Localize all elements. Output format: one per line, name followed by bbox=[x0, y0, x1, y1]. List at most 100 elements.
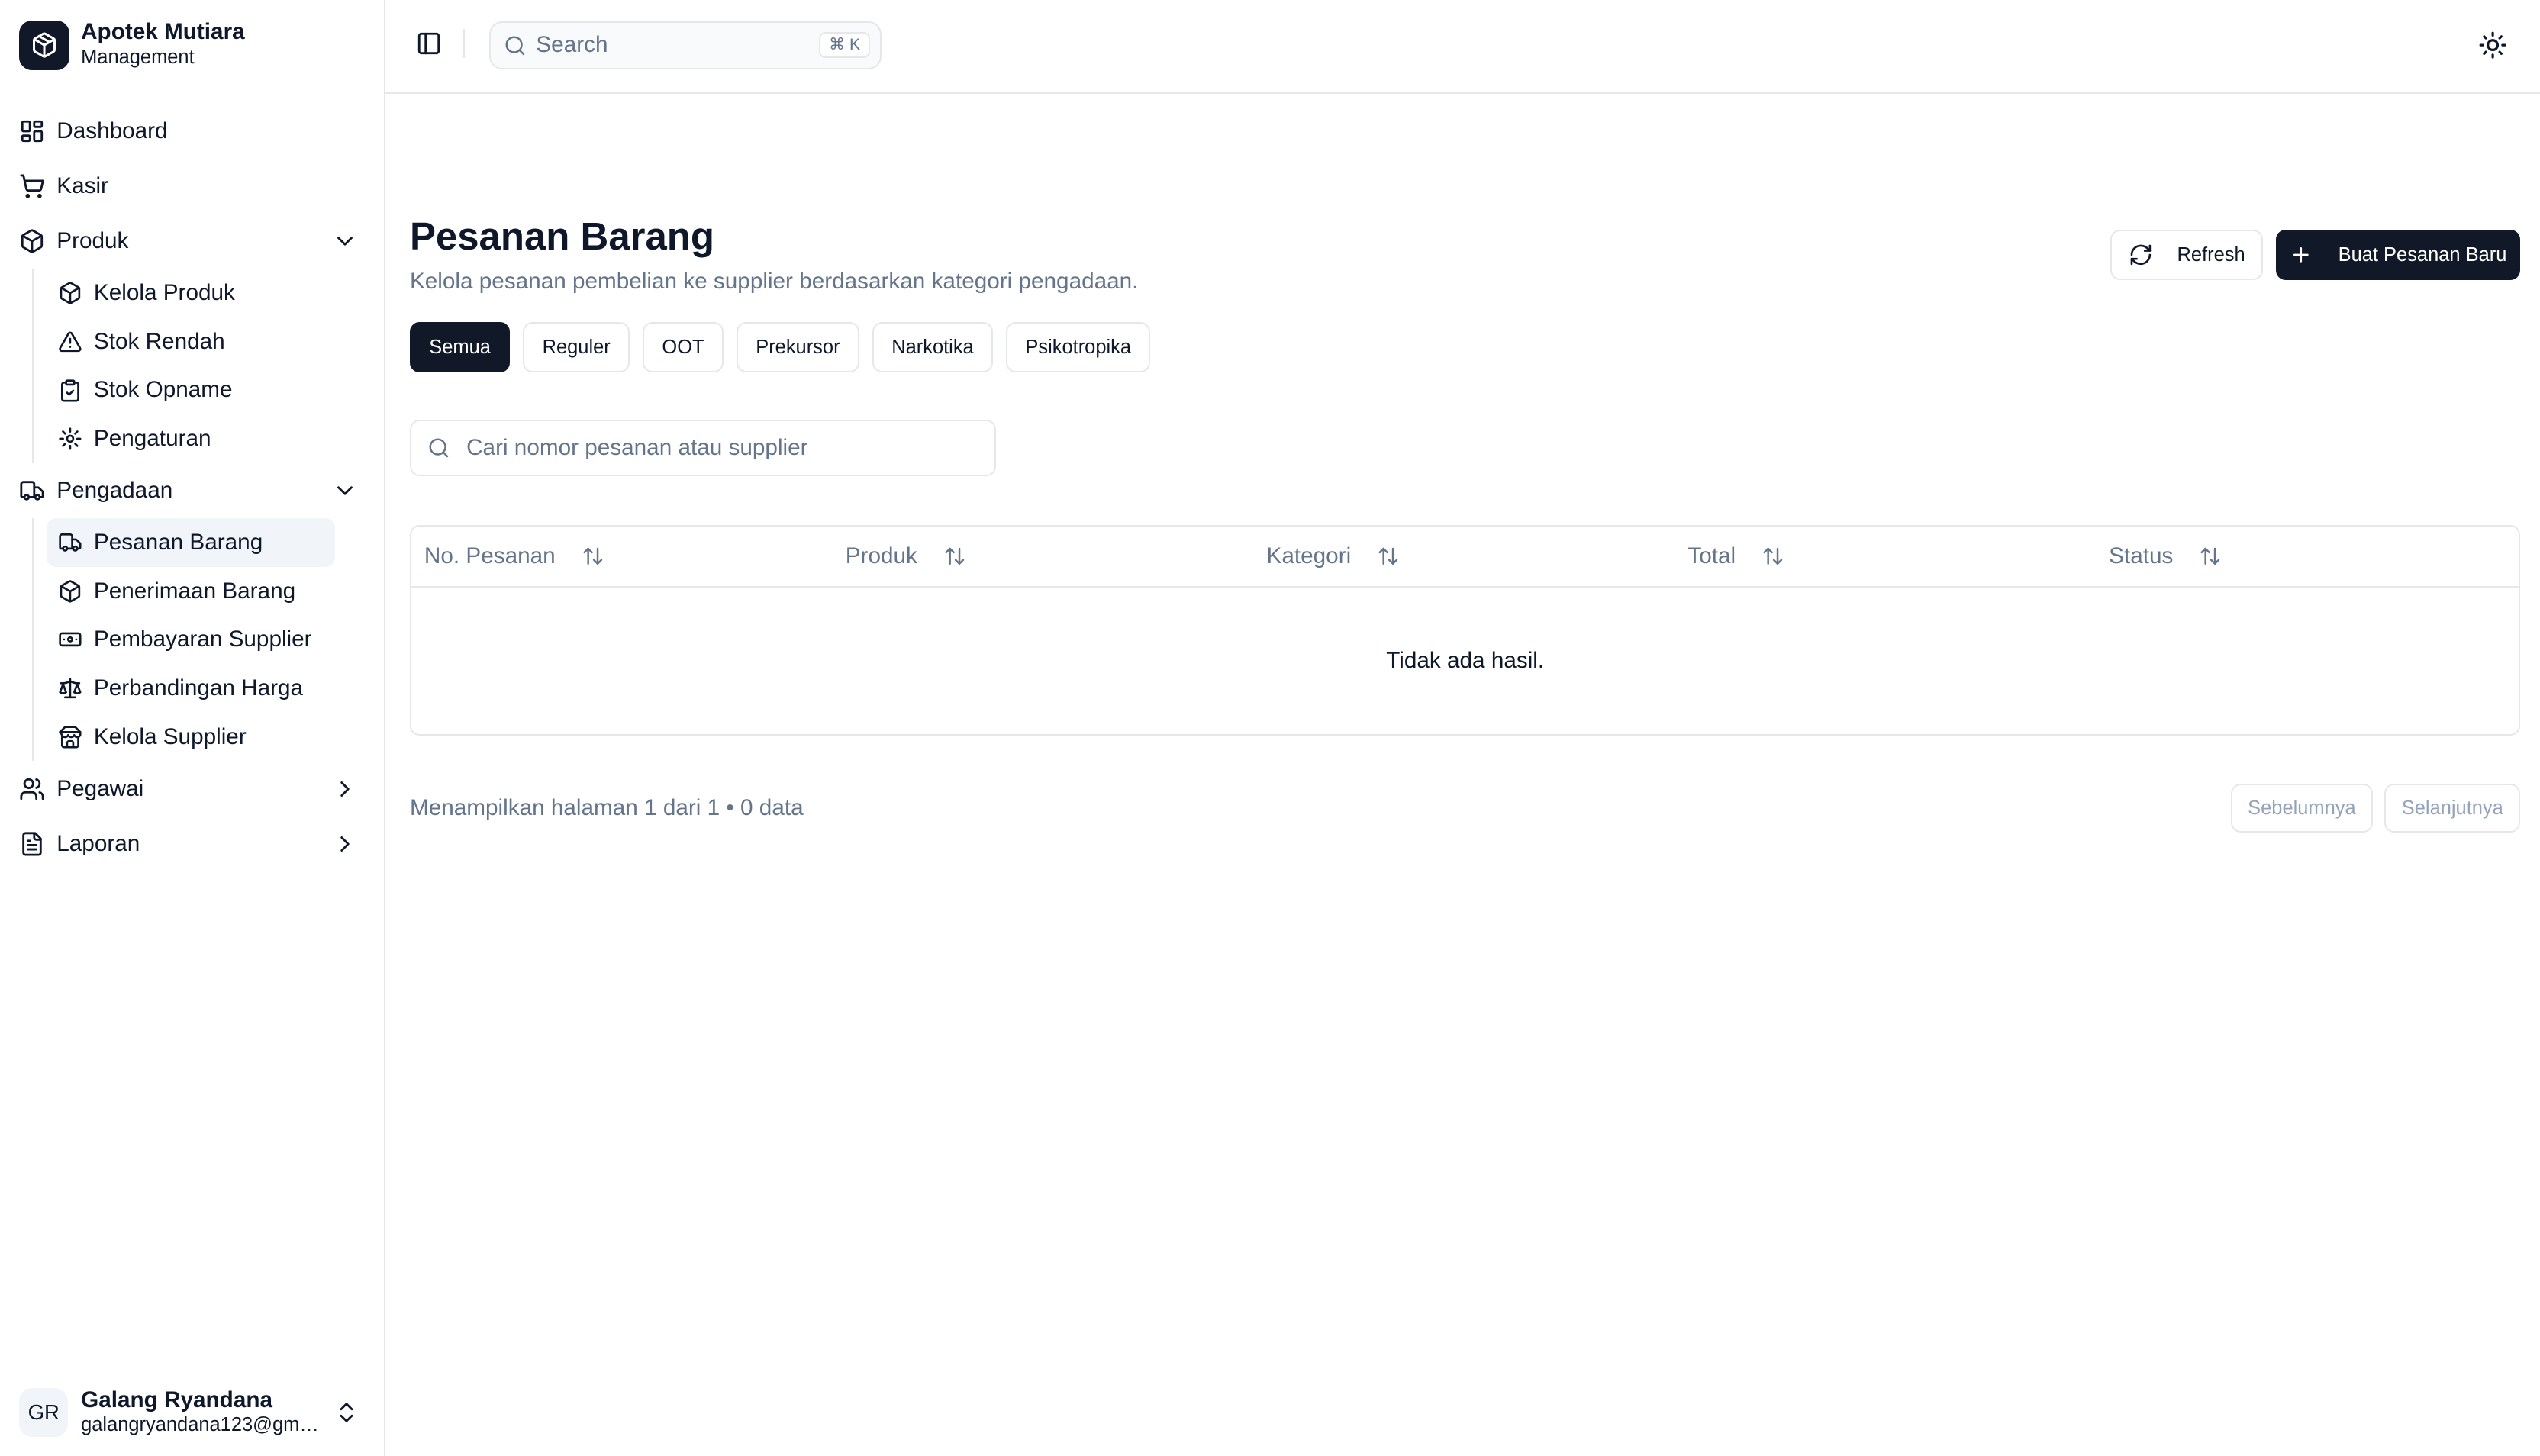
sidebar: Apotek Mutiara Management Dashboard Kasi… bbox=[0, 0, 386, 1456]
sidebar-item-label: Kelola Supplier bbox=[93, 723, 247, 749]
sidebar-item-label: Dashboard bbox=[56, 118, 168, 143]
sort-icon bbox=[1378, 547, 1398, 565]
package-icon bbox=[21, 229, 44, 253]
pagination-info: Menampilkan halaman 1 dari 1 • 0 data bbox=[409, 795, 804, 821]
chevrons-up-down-icon bbox=[340, 1402, 353, 1422]
sidebar-item-label: Pegawai bbox=[56, 775, 144, 801]
sidebar-item-label: Pesanan Barang bbox=[93, 529, 263, 555]
users-icon bbox=[20, 778, 45, 800]
sidebar-group-pegawai[interactable]: Pegawai bbox=[0, 761, 384, 816]
plus-icon bbox=[2293, 247, 2309, 263]
column-header-no-pesanan[interactable]: No. Pesanan bbox=[411, 543, 833, 569]
brand-title: Apotek Mutiara bbox=[81, 19, 245, 45]
tab-psikotropika[interactable]: Psikotropika bbox=[1006, 322, 1151, 373]
previous-page-button[interactable]: Sebelumnya bbox=[2230, 784, 2374, 833]
column-label: Total bbox=[1687, 543, 1736, 569]
sort-icon bbox=[945, 547, 965, 565]
alert-triangle-icon bbox=[59, 331, 82, 353]
sidebar-item-pengaturan[interactable]: Pengaturan bbox=[47, 414, 335, 463]
column-header-total[interactable]: Total bbox=[1675, 543, 2096, 569]
column-header-status[interactable]: Status bbox=[2096, 543, 2517, 569]
sidebar-item-perbandingan-harga[interactable]: Perbandingan Harga bbox=[47, 664, 335, 713]
sidebar-item-label: Produk bbox=[56, 228, 129, 254]
file-text-icon bbox=[22, 832, 43, 856]
sidebar-group-pengadaan[interactable]: Pengadaan bbox=[0, 463, 384, 518]
sidebar-item-label: Pembayaran Supplier bbox=[93, 627, 312, 652]
user-menu[interactable]: GR Galang Ryandana galangryandana123@gma… bbox=[0, 1378, 385, 1446]
sort-icon bbox=[2200, 547, 2220, 565]
sidebar-toggle-button[interactable] bbox=[411, 26, 447, 62]
new-order-label: Buat Pesanan Baru bbox=[2338, 243, 2507, 266]
chevron-right-icon bbox=[340, 836, 350, 852]
tab-prekursor[interactable]: Prekursor bbox=[736, 322, 859, 373]
truck-icon bbox=[59, 533, 82, 552]
column-label: Status bbox=[2109, 543, 2174, 569]
column-label: Kategori bbox=[1266, 543, 1352, 569]
cart-icon bbox=[20, 174, 45, 198]
sidebar-item-dashboard[interactable]: Dashboard bbox=[0, 104, 384, 159]
brand-subtitle: Management bbox=[81, 47, 195, 69]
next-page-button[interactable]: Selanjutnya bbox=[2384, 784, 2521, 833]
sidebar-submenu-produk: Kelola Produk Stok Rendah Stok Opname Pe… bbox=[32, 269, 384, 463]
brand[interactable]: Apotek Mutiara Management bbox=[0, 0, 384, 91]
table-empty-state: Tidak ada hasil. bbox=[1386, 647, 1545, 673]
sun-icon bbox=[2479, 31, 2506, 59]
panel-left-icon bbox=[418, 33, 440, 55]
new-order-button[interactable]: Buat Pesanan Baru bbox=[2275, 230, 2521, 281]
tab-oot[interactable]: OOT bbox=[643, 322, 724, 373]
sidebar-nav: Dashboard Kasir Produk Kelola Produk Sto… bbox=[0, 91, 384, 871]
avatar: GR bbox=[19, 1387, 69, 1437]
search-icon bbox=[505, 36, 525, 55]
sidebar-item-penerimaan-barang[interactable]: Penerimaan Barang bbox=[47, 567, 335, 616]
column-label: Produk bbox=[845, 543, 917, 569]
sort-icon bbox=[1763, 547, 1783, 565]
chevron-down-icon bbox=[337, 237, 353, 246]
clipboard-check-icon bbox=[61, 378, 80, 402]
brand-logo-icon bbox=[19, 20, 70, 71]
refresh-icon bbox=[2130, 244, 2152, 266]
order-search-input[interactable]: Cari nomor pesanan atau supplier bbox=[409, 419, 997, 476]
search-input[interactable]: Search ⌘ K bbox=[488, 21, 882, 70]
sidebar-item-kelola-supplier[interactable]: Kelola Supplier bbox=[47, 713, 335, 762]
sidebar-submenu-pengadaan: Pesanan Barang Penerimaan Barang Pembaya… bbox=[32, 518, 384, 762]
truck-icon bbox=[20, 481, 45, 501]
tab-reguler[interactable]: Reguler bbox=[523, 322, 630, 373]
sidebar-group-produk[interactable]: Produk bbox=[0, 214, 384, 269]
sidebar-item-pesanan-barang[interactable]: Pesanan Barang bbox=[47, 518, 336, 567]
sidebar-item-label: Penerimaan Barang bbox=[93, 578, 296, 604]
sidebar-item-label: Pengaturan bbox=[93, 426, 211, 452]
package-icon bbox=[60, 282, 81, 304]
store-icon bbox=[59, 726, 82, 749]
topbar: Search ⌘ K bbox=[385, 0, 2540, 95]
page-title: Pesanan Barang bbox=[409, 214, 714, 259]
search-icon bbox=[429, 438, 449, 458]
sidebar-item-stok-opname[interactable]: Stok Opname bbox=[47, 366, 335, 415]
sidebar-item-stok-rendah[interactable]: Stok Rendah bbox=[47, 317, 335, 366]
sidebar-item-kasir[interactable]: Kasir bbox=[0, 159, 384, 214]
sidebar-item-pembayaran-supplier[interactable]: Pembayaran Supplier bbox=[47, 615, 335, 664]
search-placeholder: Search bbox=[536, 32, 608, 58]
user-name: Galang Ryandana bbox=[81, 1387, 273, 1413]
orders-table: No. Pesanan Produk Kategori Total Status… bbox=[409, 524, 2521, 736]
divider bbox=[463, 29, 466, 59]
scale-icon bbox=[59, 678, 82, 699]
column-header-produk[interactable]: Produk bbox=[833, 543, 1254, 569]
gear-icon bbox=[59, 427, 82, 450]
sidebar-item-label: Stok Opname bbox=[93, 377, 233, 403]
column-header-kategori[interactable]: Kategori bbox=[1254, 543, 1675, 569]
sidebar-group-laporan[interactable]: Laporan bbox=[0, 817, 384, 871]
chevron-right-icon bbox=[340, 781, 350, 797]
sidebar-item-kelola-produk[interactable]: Kelola Produk bbox=[47, 269, 335, 317]
search-shortcut: ⌘ K bbox=[819, 32, 870, 59]
table-header: No. Pesanan Produk Kategori Total Status bbox=[411, 527, 2519, 588]
sidebar-item-label: Laporan bbox=[56, 830, 140, 856]
theme-toggle-button[interactable] bbox=[2478, 31, 2507, 60]
refresh-button[interactable]: Refresh bbox=[2110, 230, 2263, 281]
package-icon bbox=[60, 580, 81, 603]
dashboard-icon bbox=[21, 120, 44, 143]
tab-semua[interactable]: Semua bbox=[409, 322, 511, 373]
main-content: Search ⌘ K Pesanan Barang Kelola pesanan… bbox=[385, 0, 2540, 1456]
sidebar-item-label: Kelola Produk bbox=[93, 280, 235, 306]
page-description: Kelola pesanan pembelian ke supplier ber… bbox=[409, 269, 1139, 295]
tab-narkotika[interactable]: Narkotika bbox=[872, 322, 994, 373]
